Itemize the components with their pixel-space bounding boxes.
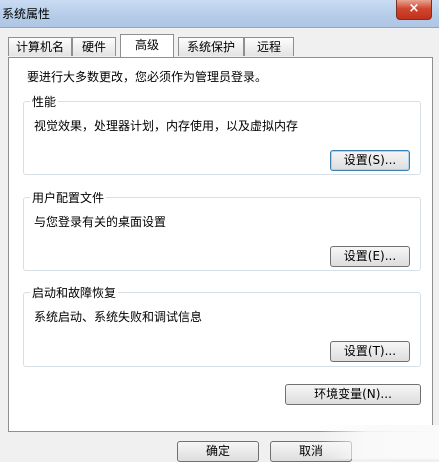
user-profiles-description: 与您登录有关的桌面设置 (34, 215, 167, 229)
startup-recovery-description: 系统启动、系统失败和调试信息 (34, 310, 203, 324)
tab-computer-name[interactable]: 计算机名 (8, 37, 72, 56)
admin-notice: 要进行大多数更改，您必须作为管理员登录。 (27, 70, 268, 84)
tab-remote[interactable]: 远程 (244, 37, 294, 56)
tab-system-protection[interactable]: 系统保护 (178, 37, 244, 56)
startup-recovery-title: 启动和故障恢复 (30, 284, 119, 301)
window-title: 系统属性 (2, 7, 51, 21)
close-button[interactable]: × (396, 0, 432, 20)
user-profiles-title: 用户配置文件 (30, 189, 107, 206)
environment-variables-button[interactable]: 环境变量(N)... (285, 384, 421, 405)
title-bar: 系统属性 × (0, 0, 439, 28)
watermark-overlay (318, 425, 439, 459)
performance-description: 视觉效果，处理器计划，内存使用，以及虚拟内存 (34, 119, 299, 133)
startup-recovery-settings-button[interactable]: 设置(T)... (330, 341, 410, 362)
performance-title: 性能 (30, 93, 59, 110)
tab-panel-advanced: 要进行大多数更改，您必须作为管理员登录。 性能 视觉效果，处理器计划，内存使用，… (8, 57, 433, 432)
user-profiles-settings-button[interactable]: 设置(E)... (330, 246, 410, 267)
startup-recovery-group: 启动和故障恢复 系统启动、系统失败和调试信息 设置(T)... (23, 284, 421, 367)
close-icon: × (408, 1, 420, 16)
tab-hardware[interactable]: 硬件 (72, 37, 116, 56)
performance-group: 性能 视觉效果，处理器计划，内存使用，以及虚拟内存 设置(S)... (23, 93, 421, 175)
tab-advanced[interactable]: 高级 (120, 34, 174, 57)
performance-settings-button[interactable]: 设置(S)... (330, 150, 410, 171)
user-profiles-group: 用户配置文件 与您登录有关的桌面设置 设置(E)... (23, 189, 421, 271)
